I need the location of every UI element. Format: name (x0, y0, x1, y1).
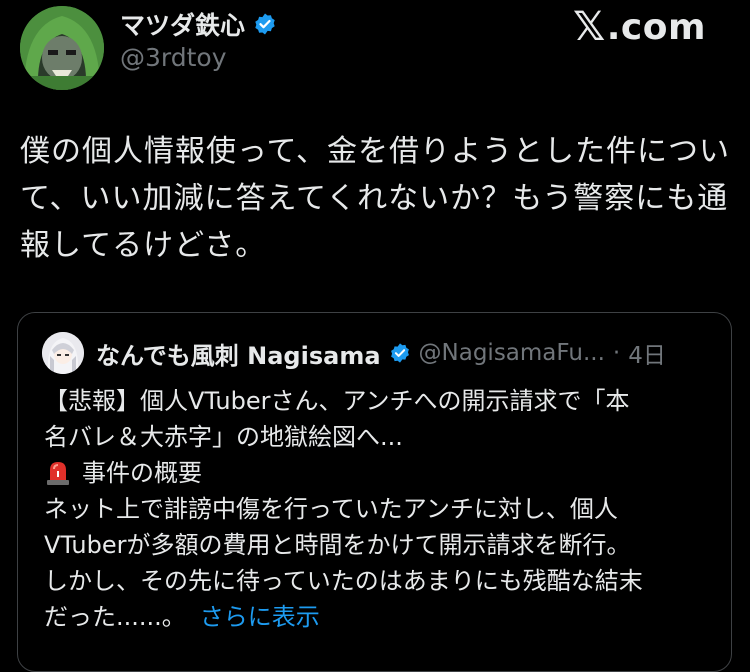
quoted-author-handle[interactable]: @NagisamaFu... (419, 340, 605, 366)
quoted-tweet-body: 【悲報】個人VTuberさん、アンチへの開示請求で「本 名バレ＆大赤字」の地獄絵… (44, 383, 724, 635)
verified-badge-icon (390, 343, 409, 363)
x-logo-icon: 𝕏 (573, 4, 606, 50)
siren-icon (47, 462, 69, 485)
tweet-line: 僕の個人情報使って、金を借りようとした件につい (20, 134, 730, 169)
quote-line: だった......。 (44, 603, 186, 631)
tweet-line: て、いい加減に答えてくれないか？もう警察にも通 (20, 181, 729, 216)
quoted-author-avatar[interactable] (42, 332, 84, 374)
quoted-tweet-card[interactable]: なんでも風刺 Nagisama @NagisamaFu... · 4日 【悲報】… (17, 312, 732, 672)
quote-line: 名バレ＆大赤字」の地獄絵図へ... (44, 423, 403, 451)
quote-line-last: だった......。 さらに表示 (44, 599, 724, 635)
x-com-logo: 𝕏 .com (573, 4, 706, 50)
tweet-text: 僕の個人情報使って、金を借りようとした件につい て、いい加減に答えてくれないか？… (20, 128, 730, 269)
author-handle[interactable]: @3rdtoy (120, 43, 227, 72)
author-name-row: マツダ鉄心 (120, 8, 277, 40)
quote-line: 事件の概要 (82, 459, 202, 487)
brand-suffix: .com (606, 6, 706, 48)
show-more-link[interactable]: さらに表示 (200, 603, 320, 631)
quoted-tweet-time[interactable]: 4日 (628, 336, 666, 370)
separator-dot: · (612, 340, 621, 366)
author-display-name[interactable]: マツダ鉄心 (120, 6, 245, 42)
quote-line: しかし、その先に待っていたのはあまりにも残酷な結末 (44, 567, 643, 595)
verified-badge-icon (255, 13, 275, 35)
quote-line-with-icon: 事件の概要 (44, 455, 724, 491)
quote-line: VTuberが多額の費用と時間をかけて開示請求を断行。 (44, 531, 631, 559)
quoted-tweet-header: なんでも風刺 Nagisama @NagisamaFu... · 4日 (42, 331, 666, 375)
tweet-line: 報してるけどさ。 (20, 228, 267, 263)
quote-line: ネット上で誹謗中傷を行っていたアンチに対し、個人 (44, 495, 618, 523)
quote-line: 【悲報】個人VTuberさん、アンチへの開示請求で「本 (44, 387, 630, 415)
quoted-author-name[interactable]: なんでも風刺 Nagisama (96, 336, 381, 371)
author-avatar[interactable] (20, 6, 104, 90)
